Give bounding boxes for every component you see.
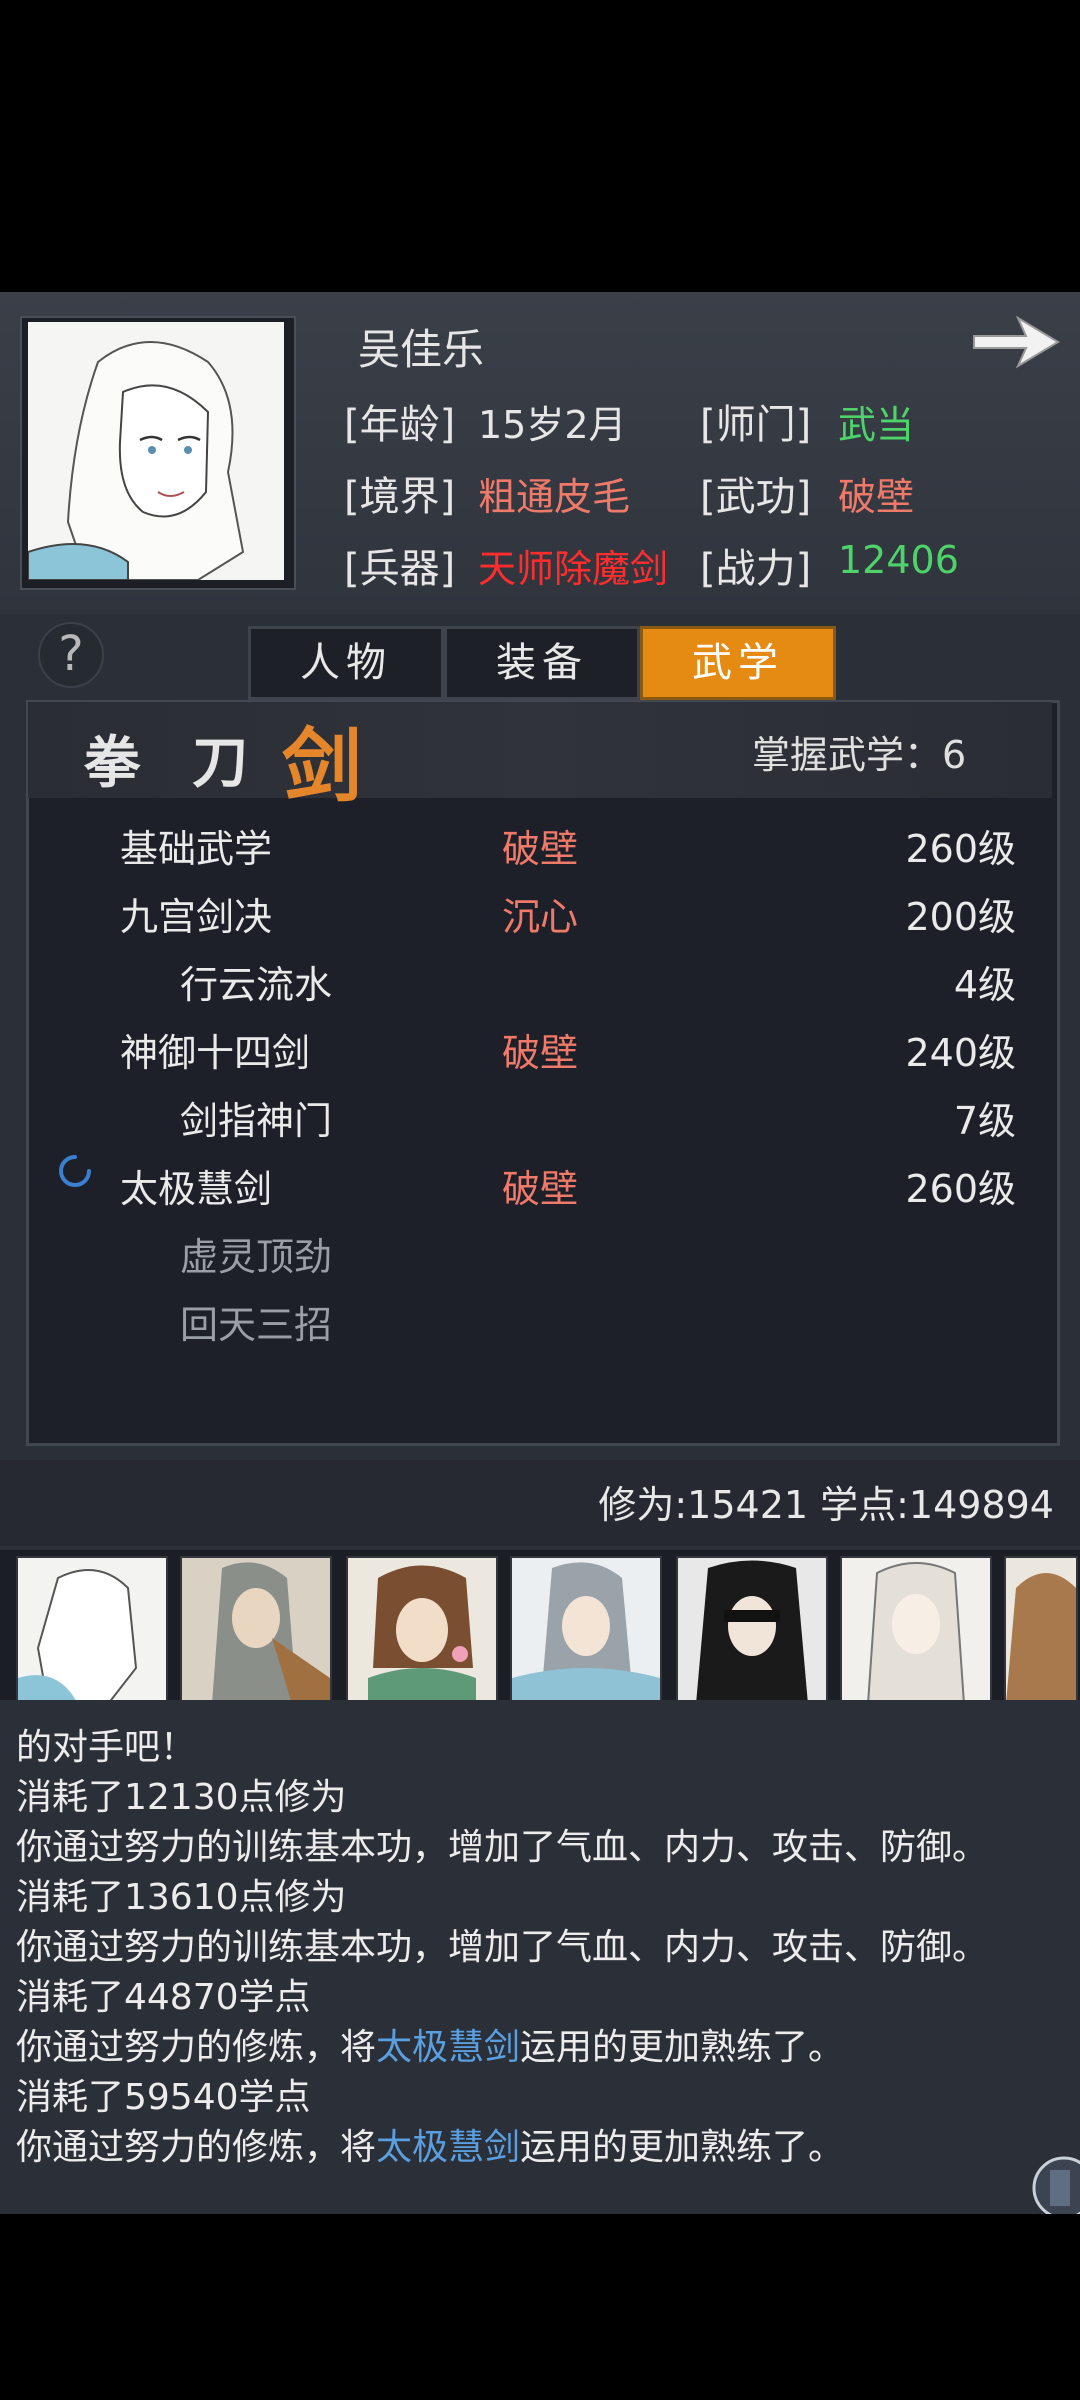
skill-name: 九宫剑决 — [120, 895, 273, 939]
skill-name: 剑指神门 — [180, 1099, 333, 1143]
skill-rank: 破壁 — [502, 1031, 579, 1075]
log-text: 运用的更加熟练了。 — [520, 2027, 845, 2068]
skill-row[interactable]: 太极慧剑 破壁 260级 — [40, 1146, 1040, 1212]
mastered-count: 掌握武学：6 — [752, 733, 967, 777]
skill-row[interactable]: 九宫剑决 沉心 200级 — [40, 874, 1040, 940]
party-member-portrait[interactable] — [676, 1556, 828, 1706]
skill-row[interactable]: 基础武学 破壁 260级 — [40, 806, 1040, 872]
log-line: 的对手吧！ — [16, 1727, 197, 1768]
sect-label: [师门] — [700, 402, 812, 448]
skill-level: 7级 — [953, 1099, 1016, 1143]
realm-label: [境界] — [344, 474, 456, 520]
tab-character[interactable]: 人物 — [248, 626, 444, 700]
category-blade[interactable]: 刀 — [192, 718, 248, 799]
skill-label: [武功] — [700, 474, 812, 520]
skill-name: 虚灵顶劲 — [180, 1235, 333, 1279]
sect-value: 武当 — [838, 403, 915, 447]
power-label: [战力] — [700, 546, 812, 592]
log-line: 消耗了44870学点 — [16, 1977, 311, 2018]
age-label: [年龄] — [344, 402, 456, 448]
log-line: 消耗了12130点修为 — [16, 1777, 347, 1818]
skill-name: 基础武学 — [120, 827, 273, 871]
skill-rank: 破壁 — [502, 827, 579, 871]
skill-value: 破壁 — [838, 475, 915, 519]
skill-level: 200级 — [905, 895, 1016, 939]
log-text: 运用的更加熟练了。 — [520, 2127, 845, 2168]
category-sword[interactable]: 剑 — [282, 702, 362, 818]
weapon-value: 天师除魔剑 — [478, 547, 669, 591]
skill-name: 神御十四剑 — [120, 1031, 311, 1075]
party-member-portrait[interactable] — [1004, 1556, 1078, 1706]
log-line: 你通过努力的训练基本功，增加了气血、内力、攻击、防御。 — [16, 1827, 989, 1868]
log-line: 你通过努力的修炼，将太极慧剑运用的更加熟练了。 — [16, 2018, 844, 2070]
power-value: 12406 — [838, 538, 959, 582]
skill-name: 太极慧剑 — [120, 1167, 273, 1211]
log-text: 你通过努力的修炼，将 — [16, 2127, 377, 2168]
skill-name: 行云流水 — [180, 963, 333, 1007]
skill-row[interactable]: 回天三招 — [40, 1282, 1040, 1348]
log-line: 消耗了59540学点 — [16, 2077, 311, 2118]
skill-link[interactable]: 太极慧剑 — [376, 2027, 520, 2068]
log-text: 你通过努力的修炼，将 — [16, 2027, 377, 2068]
skill-rank: 破壁 — [502, 1167, 579, 1211]
party-member-portrait[interactable] — [180, 1556, 332, 1706]
skill-rank: 沉心 — [502, 895, 579, 939]
skill-name: 回天三招 — [180, 1303, 333, 1347]
skill-level: 4级 — [953, 963, 1016, 1007]
party-member-portrait[interactable] — [16, 1556, 168, 1706]
cultivation-and-study-points: 修为:15421 学点:149894 — [598, 1483, 1054, 1527]
skill-row[interactable]: 行云流水 4级 — [40, 942, 1040, 1008]
tab-martial-arts[interactable]: 武学 — [640, 626, 836, 700]
skill-row[interactable]: 虚灵顶劲 — [40, 1214, 1040, 1280]
character-portrait — [28, 322, 284, 580]
log-line: 你通过努力的训练基本功，增加了气血、内力、攻击、防御。 — [16, 1927, 989, 1968]
character-name: 吴佳乐 — [358, 325, 485, 374]
arrow-right-icon[interactable] — [968, 306, 1064, 378]
party-member-portrait[interactable] — [840, 1556, 992, 1706]
log-line: 消耗了13610点修为 — [16, 1877, 347, 1918]
skill-level: 260级 — [905, 1167, 1016, 1211]
age-value: 15岁2月 — [478, 403, 627, 447]
realm-value: 粗通皮毛 — [478, 475, 631, 519]
skill-link[interactable]: 太极慧剑 — [376, 2127, 520, 2168]
scroll-menu-icon[interactable] — [1004, 2148, 1080, 2214]
party-member-portrait[interactable] — [346, 1556, 498, 1706]
log-line: 你通过努力的修炼，将太极慧剑运用的更加熟练了。 — [16, 2118, 844, 2170]
skill-row[interactable]: 神御十四剑 破壁 240级 — [40, 1010, 1040, 1076]
skill-row[interactable]: 剑指神门 7级 — [40, 1078, 1040, 1144]
party-member-portrait[interactable] — [510, 1556, 662, 1706]
tab-equipment[interactable]: 装备 — [444, 626, 640, 700]
category-fist[interactable]: 拳 — [84, 718, 140, 799]
skill-level: 260级 — [905, 827, 1016, 871]
weapon-label: [兵器] — [344, 546, 456, 592]
skill-level: 240级 — [905, 1031, 1016, 1075]
help-icon[interactable]: ? — [38, 622, 104, 688]
